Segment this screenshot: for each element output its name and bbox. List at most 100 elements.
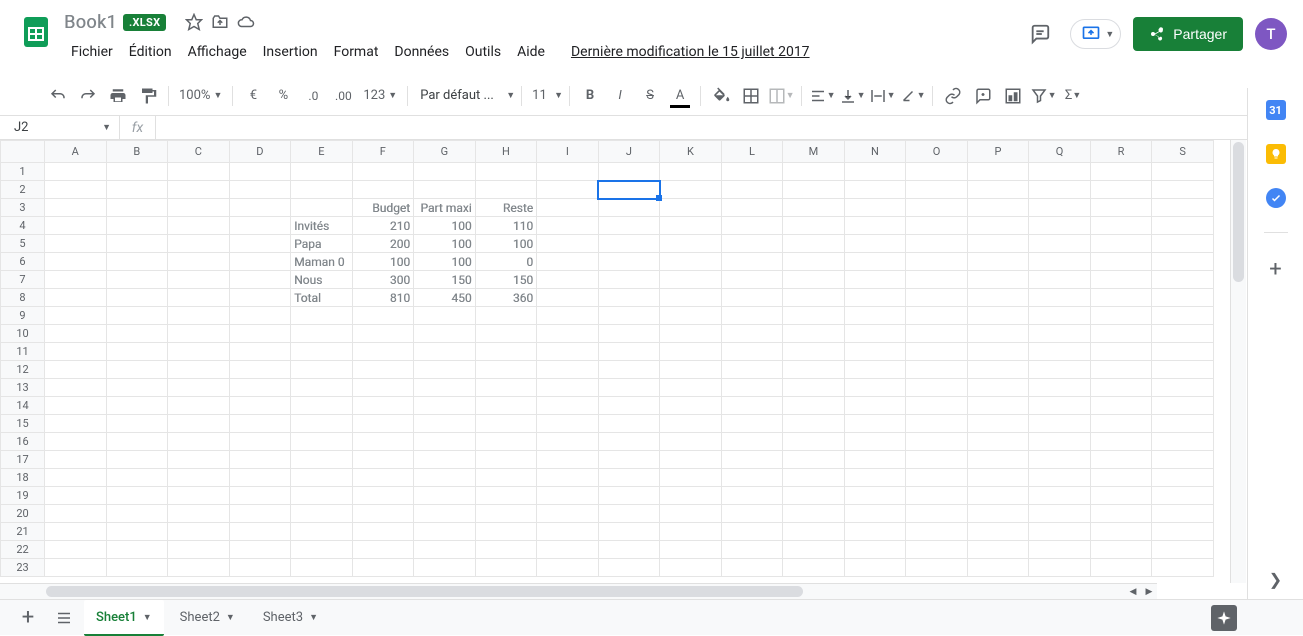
cell-S8[interactable] [1152, 289, 1214, 307]
spreadsheet-grid[interactable]: ABCDEFGHIJKLMNOPQRS123BudgetPart maxiRes… [0, 140, 1214, 577]
cell-B17[interactable] [106, 451, 168, 469]
cell-H14[interactable] [475, 397, 537, 415]
cell-M3[interactable] [783, 199, 845, 217]
cell-S3[interactable] [1152, 199, 1214, 217]
cell-B22[interactable] [106, 541, 168, 559]
cell-S6[interactable] [1152, 253, 1214, 271]
cell-B7[interactable] [106, 271, 168, 289]
cell-E11[interactable] [291, 343, 353, 361]
col-header-E[interactable]: E [291, 141, 353, 163]
cell-K1[interactable] [660, 163, 722, 181]
col-header-I[interactable]: I [537, 141, 599, 163]
cell-G8[interactable]: 450 [414, 289, 476, 307]
col-header-P[interactable]: P [967, 141, 1029, 163]
cell-F10[interactable] [352, 325, 414, 343]
cell-I17[interactable] [537, 451, 599, 469]
cell-Q7[interactable] [1029, 271, 1091, 289]
cell-C9[interactable] [168, 307, 230, 325]
cell-H19[interactable] [475, 487, 537, 505]
row-header-15[interactable]: 15 [1, 415, 45, 433]
col-header-O[interactable]: O [906, 141, 968, 163]
cell-N18[interactable] [844, 469, 906, 487]
cell-I20[interactable] [537, 505, 599, 523]
cell-C6[interactable] [168, 253, 230, 271]
cell-O8[interactable] [906, 289, 968, 307]
cell-D9[interactable] [229, 307, 291, 325]
cell-J17[interactable] [598, 451, 660, 469]
cell-R13[interactable] [1090, 379, 1152, 397]
cell-D15[interactable] [229, 415, 291, 433]
cell-I21[interactable] [537, 523, 599, 541]
row-header-9[interactable]: 9 [1, 307, 45, 325]
paint-format-icon[interactable] [134, 82, 162, 110]
row-header-3[interactable]: 3 [1, 199, 45, 217]
cell-S20[interactable] [1152, 505, 1214, 523]
cell-J1[interactable] [598, 163, 660, 181]
cell-P21[interactable] [967, 523, 1029, 541]
cell-P10[interactable] [967, 325, 1029, 343]
cell-K20[interactable] [660, 505, 722, 523]
cell-D11[interactable] [229, 343, 291, 361]
font-family-select[interactable]: Par défaut ... [414, 88, 504, 103]
row-header-16[interactable]: 16 [1, 433, 45, 451]
cell-J16[interactable] [598, 433, 660, 451]
cell-C10[interactable] [168, 325, 230, 343]
cell-L14[interactable] [721, 397, 783, 415]
cell-R14[interactable] [1090, 397, 1152, 415]
cell-L1[interactable] [721, 163, 783, 181]
cell-N2[interactable] [844, 181, 906, 199]
cell-C22[interactable] [168, 541, 230, 559]
cell-G13[interactable] [414, 379, 476, 397]
cell-Q1[interactable] [1029, 163, 1091, 181]
cell-Q4[interactable] [1029, 217, 1091, 235]
cell-G17[interactable] [414, 451, 476, 469]
cell-G21[interactable] [414, 523, 476, 541]
share-button[interactable]: Partager [1133, 17, 1243, 51]
cell-L8[interactable] [721, 289, 783, 307]
menu-outils[interactable]: Outils [458, 40, 508, 64]
cell-N22[interactable] [844, 541, 906, 559]
cell-I5[interactable] [537, 235, 599, 253]
cell-B9[interactable] [106, 307, 168, 325]
cell-B20[interactable] [106, 505, 168, 523]
cell-L18[interactable] [721, 469, 783, 487]
cell-R1[interactable] [1090, 163, 1152, 181]
cell-G19[interactable] [414, 487, 476, 505]
cell-M10[interactable] [783, 325, 845, 343]
cell-D5[interactable] [229, 235, 291, 253]
cell-E9[interactable] [291, 307, 353, 325]
cell-L4[interactable] [721, 217, 783, 235]
col-header-L[interactable]: L [721, 141, 783, 163]
cell-Q22[interactable] [1029, 541, 1091, 559]
cell-K18[interactable] [660, 469, 722, 487]
cell-H8[interactable]: 360 [475, 289, 537, 307]
cell-M14[interactable] [783, 397, 845, 415]
cell-G15[interactable] [414, 415, 476, 433]
cell-M5[interactable] [783, 235, 845, 253]
cell-O2[interactable] [906, 181, 968, 199]
cell-E18[interactable] [291, 469, 353, 487]
bold-icon[interactable]: B [576, 82, 604, 110]
row-header-10[interactable]: 10 [1, 325, 45, 343]
cell-B8[interactable] [106, 289, 168, 307]
cell-D3[interactable] [229, 199, 291, 217]
cell-A9[interactable] [45, 307, 107, 325]
cell-D10[interactable] [229, 325, 291, 343]
cell-C15[interactable] [168, 415, 230, 433]
cell-D22[interactable] [229, 541, 291, 559]
cell-L11[interactable] [721, 343, 783, 361]
cell-Q8[interactable] [1029, 289, 1091, 307]
cell-R23[interactable] [1090, 559, 1152, 577]
cell-K2[interactable] [660, 181, 722, 199]
cell-B23[interactable] [106, 559, 168, 577]
cell-L10[interactable] [721, 325, 783, 343]
cell-Q19[interactable] [1029, 487, 1091, 505]
cell-M13[interactable] [783, 379, 845, 397]
cell-E20[interactable] [291, 505, 353, 523]
cell-D6[interactable] [229, 253, 291, 271]
cell-A14[interactable] [45, 397, 107, 415]
cell-R4[interactable] [1090, 217, 1152, 235]
cell-E19[interactable] [291, 487, 353, 505]
cell-J13[interactable] [598, 379, 660, 397]
col-header-D[interactable]: D [229, 141, 291, 163]
